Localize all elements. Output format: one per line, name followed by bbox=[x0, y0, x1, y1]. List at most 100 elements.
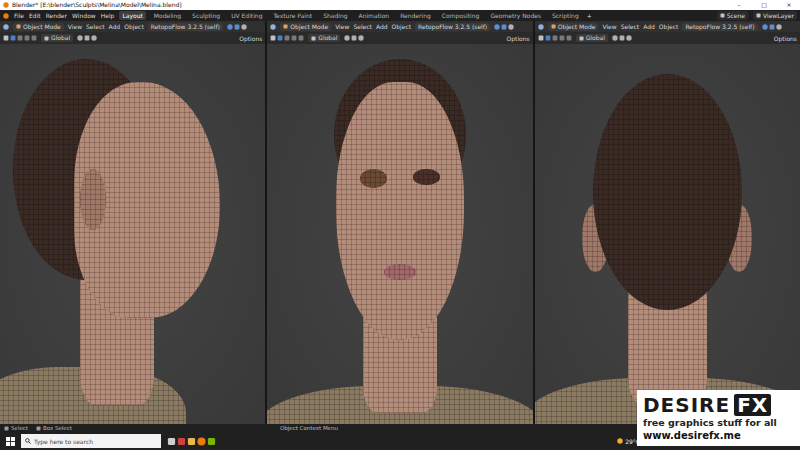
workspace-tab[interactable]: Texture Paint bbox=[270, 11, 315, 20]
viewport-header: Object ModeView SelectAdd ObjectRetopoFlow… bbox=[535, 21, 800, 32]
snap-icons bbox=[77, 35, 97, 41]
select-mode-icons bbox=[538, 35, 572, 41]
select-subtract-icon bbox=[24, 35, 30, 41]
addon-menu[interactable]: RetopoFlow 3.2.5 (self) bbox=[682, 23, 757, 31]
gizmo-icon bbox=[762, 24, 768, 30]
workspace-tab[interactable]: Shading bbox=[320, 11, 350, 20]
back-view-canvas[interactable] bbox=[535, 44, 800, 424]
workspace-tab[interactable]: Layout bbox=[119, 11, 145, 20]
workspace-tab[interactable]: Sculpting bbox=[189, 11, 223, 20]
viewport-icons bbox=[227, 24, 247, 30]
task-view-icon bbox=[167, 437, 176, 446]
select-box-icon bbox=[10, 35, 16, 41]
orientation-dropdown[interactable]: Global bbox=[41, 34, 73, 42]
scene-selector[interactable]: Scene bbox=[717, 11, 748, 20]
watermark: DESIREFXfree graphics stuff for allwww.d… bbox=[637, 390, 800, 446]
shading-icon bbox=[241, 24, 247, 30]
store-icon bbox=[177, 437, 186, 446]
sun-icon bbox=[617, 438, 623, 444]
editor-type-icon bbox=[3, 24, 9, 30]
viewport-menu-item[interactable]: View bbox=[602, 21, 616, 32]
viewport-menu-item[interactable]: Add bbox=[109, 21, 121, 32]
shading-icon bbox=[508, 24, 514, 30]
viewport: Object Mode View Select AddObject RetopoFlow… bbox=[0, 21, 265, 424]
workspace-tab[interactable]: UV Editing bbox=[228, 11, 265, 20]
snap-icons bbox=[344, 35, 364, 41]
viewport-menu-item[interactable]: Select bbox=[353, 21, 372, 32]
overlay-icon bbox=[769, 24, 775, 30]
tool-header: Global Options bbox=[0, 32, 265, 44]
face bbox=[336, 82, 463, 340]
addon-menu[interactable]: RetopoFlow 3.2.5 (self) bbox=[148, 23, 223, 31]
select-invert-icon bbox=[566, 35, 572, 41]
gizmo-icon bbox=[227, 24, 233, 30]
menu-item[interactable]: File bbox=[14, 10, 24, 21]
viewport-menu-item[interactable]: Object bbox=[659, 21, 679, 32]
workspace-tab[interactable]: Geometry Nodes bbox=[487, 11, 544, 20]
head-back bbox=[593, 74, 742, 310]
menu-bar: File Edit Render Window Help Layout Modeling Sc… bbox=[0, 10, 800, 21]
viewport-menu-item[interactable]: View bbox=[335, 21, 349, 32]
viewport-menu-item[interactable]: Select bbox=[621, 21, 640, 32]
blender-menu-icon bbox=[3, 13, 9, 19]
workspace-tab[interactable]: Modeling bbox=[151, 11, 184, 20]
front-view-canvas[interactable] bbox=[267, 44, 532, 424]
viewport-menu-item[interactable]: Add bbox=[376, 21, 388, 32]
window-control-button[interactable]: □ bbox=[753, 0, 775, 10]
add-workspace-button[interactable]: + bbox=[587, 10, 592, 21]
view-layer-selector[interactable]: ViewLayer bbox=[753, 11, 797, 20]
status-item: Select bbox=[4, 424, 28, 432]
options-button[interactable]: Options bbox=[774, 33, 797, 44]
nvidia-icon bbox=[207, 437, 216, 446]
window-control-button[interactable]: – bbox=[728, 0, 750, 10]
options-button[interactable]: Options bbox=[239, 33, 262, 44]
viewport-menu-item[interactable]: Object bbox=[392, 21, 412, 32]
blender-logo-icon bbox=[3, 2, 9, 8]
cursor-icon bbox=[270, 35, 276, 41]
overlay-icon bbox=[501, 24, 507, 30]
tool-header: Global Options bbox=[535, 32, 800, 44]
select-extend-icon bbox=[284, 35, 290, 41]
windows-start-icon[interactable] bbox=[6, 437, 15, 446]
orientation-dropdown[interactable]: Global bbox=[308, 34, 340, 42]
viewport-icons bbox=[494, 24, 514, 30]
select-box-icon bbox=[545, 35, 551, 41]
side-view-canvas[interactable] bbox=[0, 44, 265, 424]
orientation-dropdown[interactable]: Global bbox=[576, 34, 608, 42]
select-invert-icon bbox=[298, 35, 304, 41]
addon-menu[interactable]: RetopoFlow 3.2.5 (self) bbox=[415, 23, 490, 31]
watermark-logo: DESIREFX bbox=[643, 394, 771, 416]
viewport-menu-item[interactable]: Add bbox=[643, 21, 655, 32]
taskbar-search[interactable]: Type here to search bbox=[21, 434, 161, 448]
menu-item[interactable]: Edit bbox=[29, 10, 41, 21]
gizmo-icon bbox=[494, 24, 500, 30]
select-extend-icon bbox=[17, 35, 23, 41]
status-item: Object Context Menu bbox=[280, 424, 338, 432]
viewport-menu-item[interactable]: Select bbox=[86, 21, 105, 32]
snap-icon bbox=[619, 35, 625, 41]
workspace-tab[interactable]: Compositing bbox=[439, 11, 483, 20]
window-control-button[interactable]: × bbox=[778, 0, 800, 10]
workspace-tab[interactable]: Scripting bbox=[549, 11, 582, 20]
mode-dropdown[interactable]: Object Mode bbox=[548, 23, 599, 31]
workspace-tab[interactable]: Rendering bbox=[397, 11, 434, 20]
editor-type-icon bbox=[538, 24, 544, 30]
mode-dropdown[interactable]: Object Mode bbox=[280, 23, 331, 31]
pivot-icon bbox=[612, 35, 618, 41]
object-mode-icon bbox=[283, 24, 288, 29]
viewport-icons bbox=[762, 24, 782, 30]
select-mode-icons bbox=[3, 35, 37, 41]
ear bbox=[80, 169, 107, 230]
viewport-menu-item[interactable]: View bbox=[68, 21, 82, 32]
viewport-menu-item[interactable]: Object bbox=[124, 21, 144, 32]
workspace-tab[interactable]: Animation bbox=[356, 11, 393, 20]
options-button[interactable]: Options bbox=[507, 33, 530, 44]
object-mode-icon bbox=[16, 24, 21, 29]
mode-dropdown[interactable]: Object Mode bbox=[13, 23, 64, 31]
menu-item[interactable]: Help bbox=[101, 10, 115, 21]
blender-window: Blender* [E:\blender\Sculpts\Melina\Mode… bbox=[0, 0, 800, 450]
menu-item[interactable]: Window bbox=[72, 10, 96, 21]
menu-item[interactable]: Render bbox=[46, 10, 67, 21]
snap-icons bbox=[612, 35, 632, 41]
select-subtract-icon bbox=[559, 35, 565, 41]
